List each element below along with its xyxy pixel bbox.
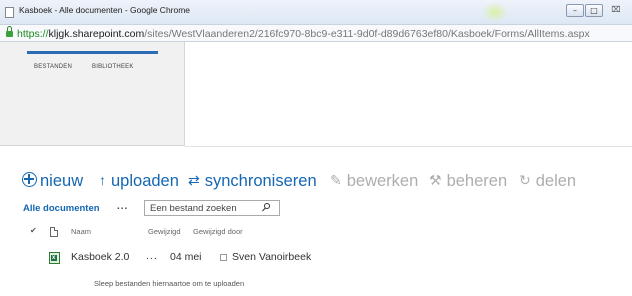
window-title: Kasboek - Alle documenten - Google Chrom… — [19, 5, 191, 15]
excel-file-icon — [49, 252, 60, 264]
pencil-icon: ✎ — [330, 172, 342, 188]
plus-circle-icon — [22, 172, 37, 187]
drop-hint: Sleep bestanden hiernaartoe om te upload… — [94, 279, 245, 288]
file-type-icon — [50, 227, 58, 237]
share-label: delen — [535, 172, 577, 190]
ribbon-tab-panel: BESTANDEN BIBLIOTHEEK — [0, 42, 185, 146]
maximize-button[interactable]: □ — [585, 4, 603, 17]
edit-button[interactable]: ✎ bewerken — [330, 172, 418, 191]
tab-library[interactable]: BIBLIOTHEEK — [92, 64, 134, 70]
url-scheme: https:// — [17, 28, 49, 40]
edit-label: bewerken — [346, 172, 419, 190]
new-button[interactable]: nieuw — [22, 172, 83, 191]
search-placeholder: Een bestand zoeken — [150, 203, 237, 214]
view-all-documents[interactable]: Alle documenten — [23, 203, 100, 214]
url-path: /sites/WestVlaanderen2/216fc970-8bc9-e31… — [144, 28, 590, 40]
sync-button[interactable]: ⇄ synchroniseren — [188, 172, 317, 191]
file-name-link[interactable]: Kasboek 2.0 — [71, 251, 129, 263]
search-icon[interactable] — [262, 203, 271, 212]
tab-files[interactable]: BESTANDEN — [34, 64, 72, 70]
url-text[interactable]: https://kljgk.sharepoint.com/sites/WestV… — [17, 28, 590, 40]
presence-icon — [220, 254, 227, 261]
item-more-button[interactable]: ... — [146, 250, 158, 262]
share-button[interactable]: ↻ delen — [519, 172, 576, 191]
minimize-button[interactable]: – — [566, 4, 584, 17]
column-modified[interactable]: Gewijzigd — [148, 227, 181, 236]
upload-arrow-icon: ↑ — [99, 172, 106, 188]
upload-label: uploaden — [111, 172, 179, 190]
wrench-icon: ⚒ — [429, 172, 442, 188]
ribbon-area: BESTANDEN BIBLIOTHEEK — [0, 42, 632, 147]
manage-button[interactable]: ⚒ beheren — [429, 172, 507, 191]
ribbon-active-underline — [27, 51, 158, 54]
share-icon: ↻ — [519, 172, 531, 188]
page-icon — [5, 7, 14, 18]
sync-label: synchroniseren — [204, 172, 317, 190]
view-more-button[interactable]: ... — [117, 201, 128, 212]
chrome-theme-decoration — [482, 2, 508, 22]
view-row: Alle documenten ... Een bestand zoeken — [0, 200, 632, 216]
list-item[interactable]: Kasboek 2.0 ... 04 mei Sven Vanoirbeek — [0, 250, 632, 266]
sync-icon: ⇄ — [188, 172, 200, 188]
address-bar[interactable]: https://kljgk.sharepoint.com/sites/WestV… — [0, 24, 632, 42]
browser-title-bar: Kasboek - Alle documenten - Google Chrom… — [0, 0, 632, 24]
new-label: nieuw — [40, 172, 84, 190]
modified-by-user[interactable]: Sven Vanoirbeek — [232, 251, 311, 263]
column-modified-by[interactable]: Gewijzigd door — [193, 227, 243, 236]
url-host: kljgk.sharepoint.com — [48, 28, 145, 40]
search-input[interactable]: Een bestand zoeken — [144, 200, 280, 216]
upload-button[interactable]: ↑ uploaden — [99, 172, 179, 191]
manage-label: beheren — [446, 172, 508, 190]
ribbon-divider — [185, 146, 632, 147]
command-bar: nieuw ↑ uploaden ⇄ synchroniseren ✎ bewerke… — [0, 172, 632, 194]
select-all-check-icon[interactable]: ✔ — [30, 226, 37, 235]
list-header: ✔ Naam Gewijzigd Gewijzigd door — [0, 226, 632, 240]
lock-icon — [6, 26, 13, 37]
modified-date: 04 mei — [170, 251, 202, 263]
close-button[interactable]: ⌧ — [606, 4, 626, 17]
column-name[interactable]: Naam — [71, 227, 91, 236]
